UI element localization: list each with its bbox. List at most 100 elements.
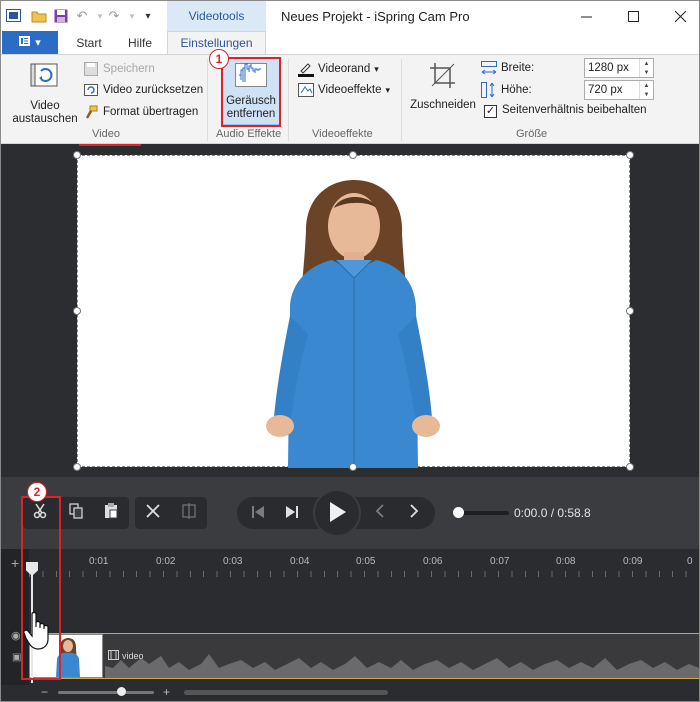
save-video-button[interactable]: Speichern <box>83 61 155 77</box>
replace-video-button[interactable]: Video austauschen <box>11 61 79 126</box>
customize-toolbar-icon[interactable]: ▾ <box>139 7 157 25</box>
go-to-start-button[interactable] <box>243 497 273 529</box>
close-button[interactable] <box>665 5 695 27</box>
ruler-tick: 0:05 <box>356 556 376 567</box>
width-label: Breite: <box>501 62 535 74</box>
film-icon <box>108 650 119 662</box>
replace-video-icon <box>29 61 61 95</box>
copy-icon <box>69 503 83 523</box>
chevron-left-icon <box>375 504 385 522</box>
ruler-tick: 0:02 <box>156 556 176 567</box>
file-menu-icon <box>19 36 31 49</box>
group-label-size: Größe <box>516 128 548 140</box>
seek-bar[interactable] <box>457 511 509 515</box>
seek-thumb[interactable] <box>453 507 464 518</box>
crop-button[interactable]: Zuschneiden <box>408 61 478 112</box>
reset-video-button[interactable]: Video zurücksetzen <box>83 82 203 98</box>
tab-start[interactable]: Start <box>67 31 111 54</box>
track-label: video <box>122 651 144 661</box>
format-painter-label: Format übertragen <box>103 106 199 118</box>
hand-cursor-icon <box>23 611 53 654</box>
paste-button[interactable] <box>96 497 126 529</box>
paintbrush-icon <box>83 104 99 120</box>
resize-handle-bottom-left[interactable] <box>73 463 81 471</box>
close-icon <box>146 504 160 522</box>
width-field-label: Breite: <box>481 60 534 76</box>
presenter-video-image <box>266 180 440 468</box>
group-label-video: Video <box>92 128 120 140</box>
ribbon-separator <box>288 59 289 141</box>
width-arrows-icon <box>481 60 497 76</box>
effects-icon <box>298 82 314 98</box>
tab-help[interactable]: Hilfe <box>119 31 161 54</box>
next-frame-button[interactable] <box>399 497 429 529</box>
step-badge-2: 2 <box>27 482 47 502</box>
resize-handle-left[interactable] <box>73 307 81 315</box>
width-input[interactable]: 1280 px ▲ ▼ <box>584 58 654 78</box>
delete-button[interactable] <box>138 497 168 529</box>
chevron-down-icon: ▾ <box>385 84 391 95</box>
resize-handle-top-right[interactable] <box>626 151 634 159</box>
reset-video-label: Video zurücksetzen <box>103 84 204 96</box>
horizontal-scrollbar[interactable] <box>184 690 388 695</box>
skip-forward-icon <box>286 505 298 522</box>
resize-handle-top[interactable] <box>349 151 357 159</box>
zoom-in-icon[interactable]: + <box>163 685 170 699</box>
group-label-video-effects: Videoeffekte <box>312 128 373 140</box>
ribbon-separator <box>207 59 208 141</box>
pen-border-icon <box>298 61 314 77</box>
ruler-tick: 0:04 <box>290 556 310 567</box>
width-spinner[interactable]: ▲ ▼ <box>639 59 653 77</box>
save-label: Speichern <box>103 63 155 75</box>
undo-icon[interactable]: ↶ <box>73 7 91 25</box>
save-icon[interactable] <box>52 7 70 25</box>
time-display: 0:00.0 / 0:58.8 <box>514 506 591 520</box>
resize-handle-bottom-right[interactable] <box>626 463 634 471</box>
maximize-button[interactable] <box>618 5 648 27</box>
format-painter-button[interactable]: Format übertragen <box>83 104 198 120</box>
video-border-label: Videorand <box>318 63 371 75</box>
eye-icon[interactable]: ◉ <box>11 629 21 642</box>
crop-icon <box>428 61 458 93</box>
track-label-group: video <box>108 650 144 662</box>
ruler-tick: 0:01 <box>89 556 109 567</box>
width-value: 1280 px <box>588 62 629 74</box>
ribbon-separator <box>401 59 402 141</box>
redo-icon[interactable]: ↷ <box>105 7 123 25</box>
zoom-slider[interactable] <box>58 691 154 694</box>
previous-frame-button[interactable] <box>365 497 395 529</box>
group-label-audio: Audio Effekte <box>216 128 282 140</box>
resize-handle-bottom[interactable] <box>349 463 357 471</box>
timeline-ruler[interactable] <box>29 571 699 577</box>
video-effects-dropdown[interactable]: Videoeffekte ▾ <box>298 82 390 98</box>
video-frame[interactable] <box>77 155 630 468</box>
video-border-dropdown[interactable]: Videorand ▾ <box>298 61 379 77</box>
copy-button[interactable] <box>61 497 91 529</box>
window-title: Neues Projekt - iSpring Cam Pro <box>281 9 470 24</box>
chevron-down-icon: ▾ <box>374 63 379 74</box>
add-track-icon[interactable]: + <box>11 555 19 571</box>
open-folder-icon[interactable] <box>30 7 48 25</box>
height-spinner[interactable]: ▲ ▼ <box>639 81 653 99</box>
playhead-marker <box>79 144 141 146</box>
height-input[interactable]: 720 px ▲ ▼ <box>584 80 654 100</box>
play-button[interactable] <box>313 489 361 537</box>
zoom-slider-thumb[interactable] <box>117 687 126 696</box>
zoom-out-icon[interactable]: − <box>41 685 48 699</box>
file-menu-button[interactable]: ▾ <box>2 31 58 54</box>
resize-handle-top-left[interactable] <box>73 151 81 159</box>
save-icon <box>83 61 99 77</box>
resize-handle-right[interactable] <box>626 307 634 315</box>
trim-button[interactable] <box>174 497 204 529</box>
reset-video-icon <box>83 82 99 98</box>
keep-aspect-checkbox[interactable]: ✓ <box>484 105 497 118</box>
minimize-button[interactable] <box>571 5 601 27</box>
play-icon <box>328 501 346 525</box>
go-to-end-button[interactable] <box>277 497 307 529</box>
highlight-remove-noise <box>221 57 281 127</box>
replace-video-label: Video austauschen <box>12 100 78 125</box>
height-arrows-icon <box>481 82 497 98</box>
keep-aspect-label: Seitenverhältnis beibehalten <box>502 104 647 116</box>
video-effects-label: Videoeffekte <box>318 84 382 96</box>
app-icon[interactable] <box>4 7 22 25</box>
